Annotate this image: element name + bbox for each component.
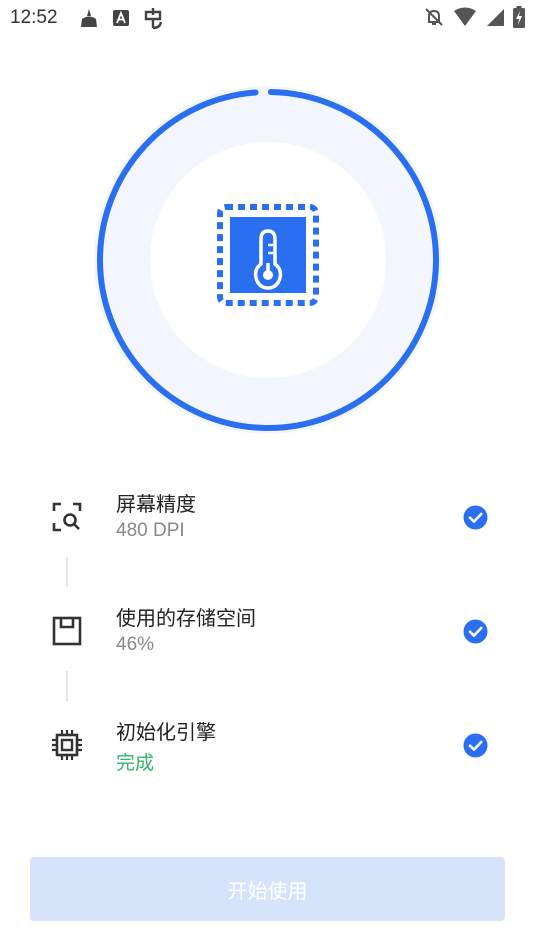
step-subtitle: 46%: [116, 634, 155, 655]
step-connector: [66, 671, 68, 701]
notifications-off-icon: [423, 6, 445, 28]
signal-icon: [485, 7, 505, 27]
step-title: 使用的存储空间: [116, 606, 256, 630]
status-time: 12:52: [10, 7, 58, 28]
step-subtitle: 480 DPI: [116, 520, 185, 541]
step-title: 屏幕精度: [116, 492, 196, 516]
battery-charging-icon: [513, 6, 525, 28]
check-circle-icon: [463, 619, 488, 644]
storage-disk-icon: [50, 614, 84, 648]
font-a-icon: [112, 9, 130, 27]
status-left-icons: [78, 6, 164, 30]
step-title: 初始化引擎: [116, 720, 216, 744]
status-bar: 12:52: [0, 0, 535, 38]
step-engine-init: 初始化引擎 完成: [0, 710, 535, 780]
start-button[interactable]: 开始使用: [30, 857, 505, 921]
bug-icon: [142, 6, 164, 30]
step-screen-precision: 屏幕精度 480 DPI: [0, 482, 535, 552]
step-connector: [66, 557, 68, 587]
thermometer-chip-icon: [217, 204, 319, 306]
screen-scan-icon: [50, 500, 84, 534]
cpu-chip-icon: [50, 728, 84, 762]
cleaner-broom-icon: [78, 7, 100, 29]
wifi-icon: [453, 7, 477, 27]
status-right-icons: [423, 6, 525, 28]
step-storage-usage: 使用的存储空间 46%: [0, 596, 535, 666]
check-circle-icon: [463, 733, 488, 758]
check-circle-icon: [463, 505, 488, 530]
progress-ring: [93, 85, 443, 435]
step-subtitle: 完成: [116, 752, 155, 774]
